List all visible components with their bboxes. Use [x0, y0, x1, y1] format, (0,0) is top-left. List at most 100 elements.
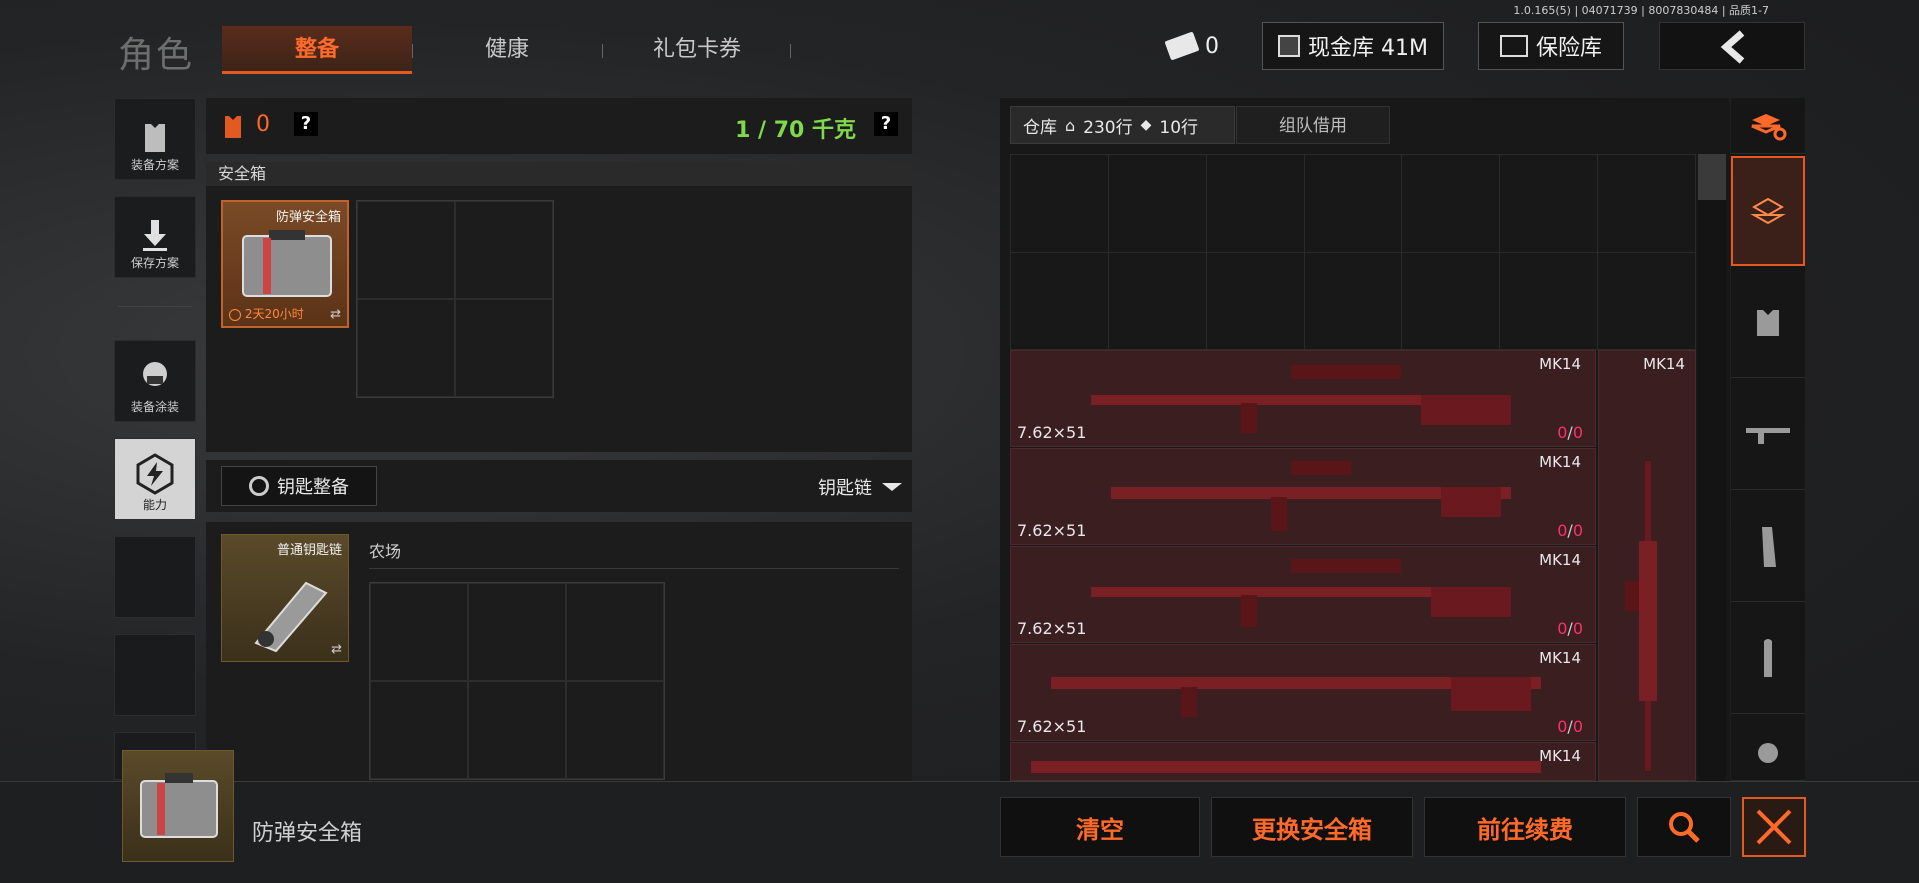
tab-health[interactable]: 健康 [432, 26, 582, 74]
vest-icon [1757, 309, 1779, 336]
slot-cell[interactable] [370, 583, 468, 681]
gun-item[interactable]: MK14 7.62×51 0/0 [1010, 448, 1596, 545]
ammo-count: 0/0 [1557, 717, 1583, 736]
slot-cell[interactable] [566, 583, 664, 681]
key-slots [369, 582, 665, 780]
safe-vault-button[interactable]: 保险库 [1478, 22, 1624, 70]
tag-rows: 10行 [1159, 117, 1199, 138]
rifle-icon [1091, 365, 1511, 433]
tab-gift-cards[interactable]: 礼包卡券 [622, 26, 772, 74]
help-icon[interactable]: ? [294, 112, 318, 136]
gun-item[interactable]: MK14 7.62×51 0/0 [1010, 350, 1596, 447]
renew-button[interactable]: 前往续费 [1424, 797, 1626, 857]
category-ammo[interactable] [1731, 604, 1805, 714]
misc-icon [1758, 743, 1778, 763]
gun-item[interactable]: MK14 7.62×51 0/0 [1010, 644, 1596, 741]
category-other[interactable] [1731, 716, 1805, 781]
clock-icon [229, 308, 241, 321]
category-weapons[interactable] [1731, 380, 1805, 490]
clear-button[interactable]: 清空 [1000, 797, 1200, 857]
loadout-header: 0 ? 1 / 70 千克 ? [206, 98, 912, 154]
timer-text: 2天20小时 [244, 307, 304, 321]
cash-vault-label: 现金库 41M [1308, 36, 1428, 61]
slot-cell[interactable] [468, 681, 566, 779]
swap-icon[interactable]: ⇄ [330, 307, 341, 322]
gun-name: MK14 [1539, 453, 1581, 471]
search-button[interactable] [1637, 797, 1731, 857]
category-gear[interactable] [1731, 268, 1805, 378]
gun-item[interactable]: MK14 7.62×51 0/0 [1010, 546, 1596, 643]
sidebar-item-loadout-plan[interactable]: 装备方案 [114, 98, 196, 180]
lightning-hex-icon [136, 453, 174, 495]
slot-cell[interactable] [455, 299, 553, 397]
cash-vault-button[interactable]: 现金库 41M [1262, 22, 1444, 70]
grid-cell[interactable] [1598, 252, 1696, 350]
sidebar-item-skin[interactable]: 装备涂装 [114, 340, 196, 422]
grid-cell[interactable] [1304, 155, 1403, 253]
warehouse-tab[interactable]: 仓库 ⌂ 230行 ◆ 10行 [1010, 106, 1235, 144]
sidebar-item-label: 装备涂装 [130, 400, 179, 414]
tab-separator [602, 44, 603, 58]
weight-indicator: 1 / 70 千克 [735, 118, 856, 143]
slot-cell[interactable] [566, 681, 664, 779]
empty-slot [114, 634, 196, 716]
grid-cell[interactable] [1108, 252, 1207, 350]
grid-cell[interactable] [1598, 155, 1696, 253]
slot-cell[interactable] [357, 201, 455, 299]
layers-refresh-icon [1751, 113, 1787, 140]
tab-equip[interactable]: 整备 [222, 26, 412, 74]
slot-cell[interactable] [468, 583, 566, 681]
safe-box-icon [140, 773, 218, 838]
key-chain-item[interactable]: 普通钥匙链 ⇄ [221, 534, 349, 662]
help-icon[interactable]: ? [874, 112, 898, 136]
search-icon [1669, 812, 1700, 843]
swap-icon[interactable]: ⇄ [331, 642, 342, 657]
key-chain-dropdown-label: 钥匙链 [818, 478, 872, 499]
sidebar-item-save-plan[interactable]: 保存方案 [114, 196, 196, 278]
ammo-count: 0/0 [1557, 619, 1583, 638]
category-magazines[interactable] [1731, 492, 1805, 602]
sort-button[interactable] [1731, 98, 1805, 154]
scrollbar[interactable] [1698, 154, 1726, 781]
slot-cell[interactable] [370, 681, 468, 779]
key-chain-dropdown[interactable]: 钥匙链 [818, 474, 902, 500]
selected-item-name: 防弹安全箱 [252, 821, 363, 846]
grid-cell[interactable] [1206, 155, 1305, 253]
grid-cell[interactable] [1206, 252, 1305, 350]
scrollbar-thumb[interactable] [1698, 154, 1726, 200]
download-icon [143, 220, 167, 251]
back-button[interactable] [1659, 22, 1805, 70]
grid-cell[interactable] [1108, 155, 1207, 253]
safe-box-section: 安全箱 防弹安全箱 2天20小时 ⇄ [206, 162, 912, 452]
chevron-down-icon [882, 483, 902, 491]
team-borrow-tab[interactable]: 组队借用 [1236, 106, 1390, 144]
tag-icon: ◆ [1140, 117, 1152, 133]
close-button[interactable] [1742, 797, 1806, 857]
slot-cell[interactable] [357, 299, 455, 397]
grid-cell[interactable] [1402, 252, 1501, 350]
gun-item-vertical[interactable]: MK14 [1598, 350, 1696, 781]
grid-cell[interactable] [1011, 252, 1109, 350]
key-section-header: 钥匙整备 钥匙链 [206, 460, 912, 512]
safe-box-item[interactable]: 防弹安全箱 2天20小时 ⇄ [221, 200, 349, 328]
slot-cell[interactable] [455, 201, 553, 299]
grid-cell[interactable] [1500, 252, 1599, 350]
change-safe-box-button[interactable]: 更换安全箱 [1211, 797, 1413, 857]
ammo-type: 7.62×51 [1017, 423, 1087, 442]
grid-cell[interactable] [1011, 155, 1109, 253]
grid-cell[interactable] [1402, 155, 1501, 253]
item-name: 普通钥匙链 [276, 543, 342, 558]
gun-item[interactable]: MK14 [1010, 742, 1596, 781]
ammo-type: 7.62×51 [1017, 619, 1087, 638]
tab-separator [790, 44, 791, 58]
chevron-left-icon [1720, 30, 1745, 64]
grid-cell[interactable] [1500, 155, 1599, 253]
category-all[interactable] [1731, 156, 1805, 266]
sidebar-item-ability[interactable]: 能力 [114, 438, 196, 520]
section-title: 安全箱 [206, 162, 912, 186]
key-loadout-button[interactable]: 钥匙整备 [221, 466, 377, 506]
ticket-icon [1164, 31, 1200, 61]
grid-cell[interactable] [1304, 252, 1403, 350]
key-icon [249, 476, 269, 496]
safe-box-icon [242, 230, 332, 297]
